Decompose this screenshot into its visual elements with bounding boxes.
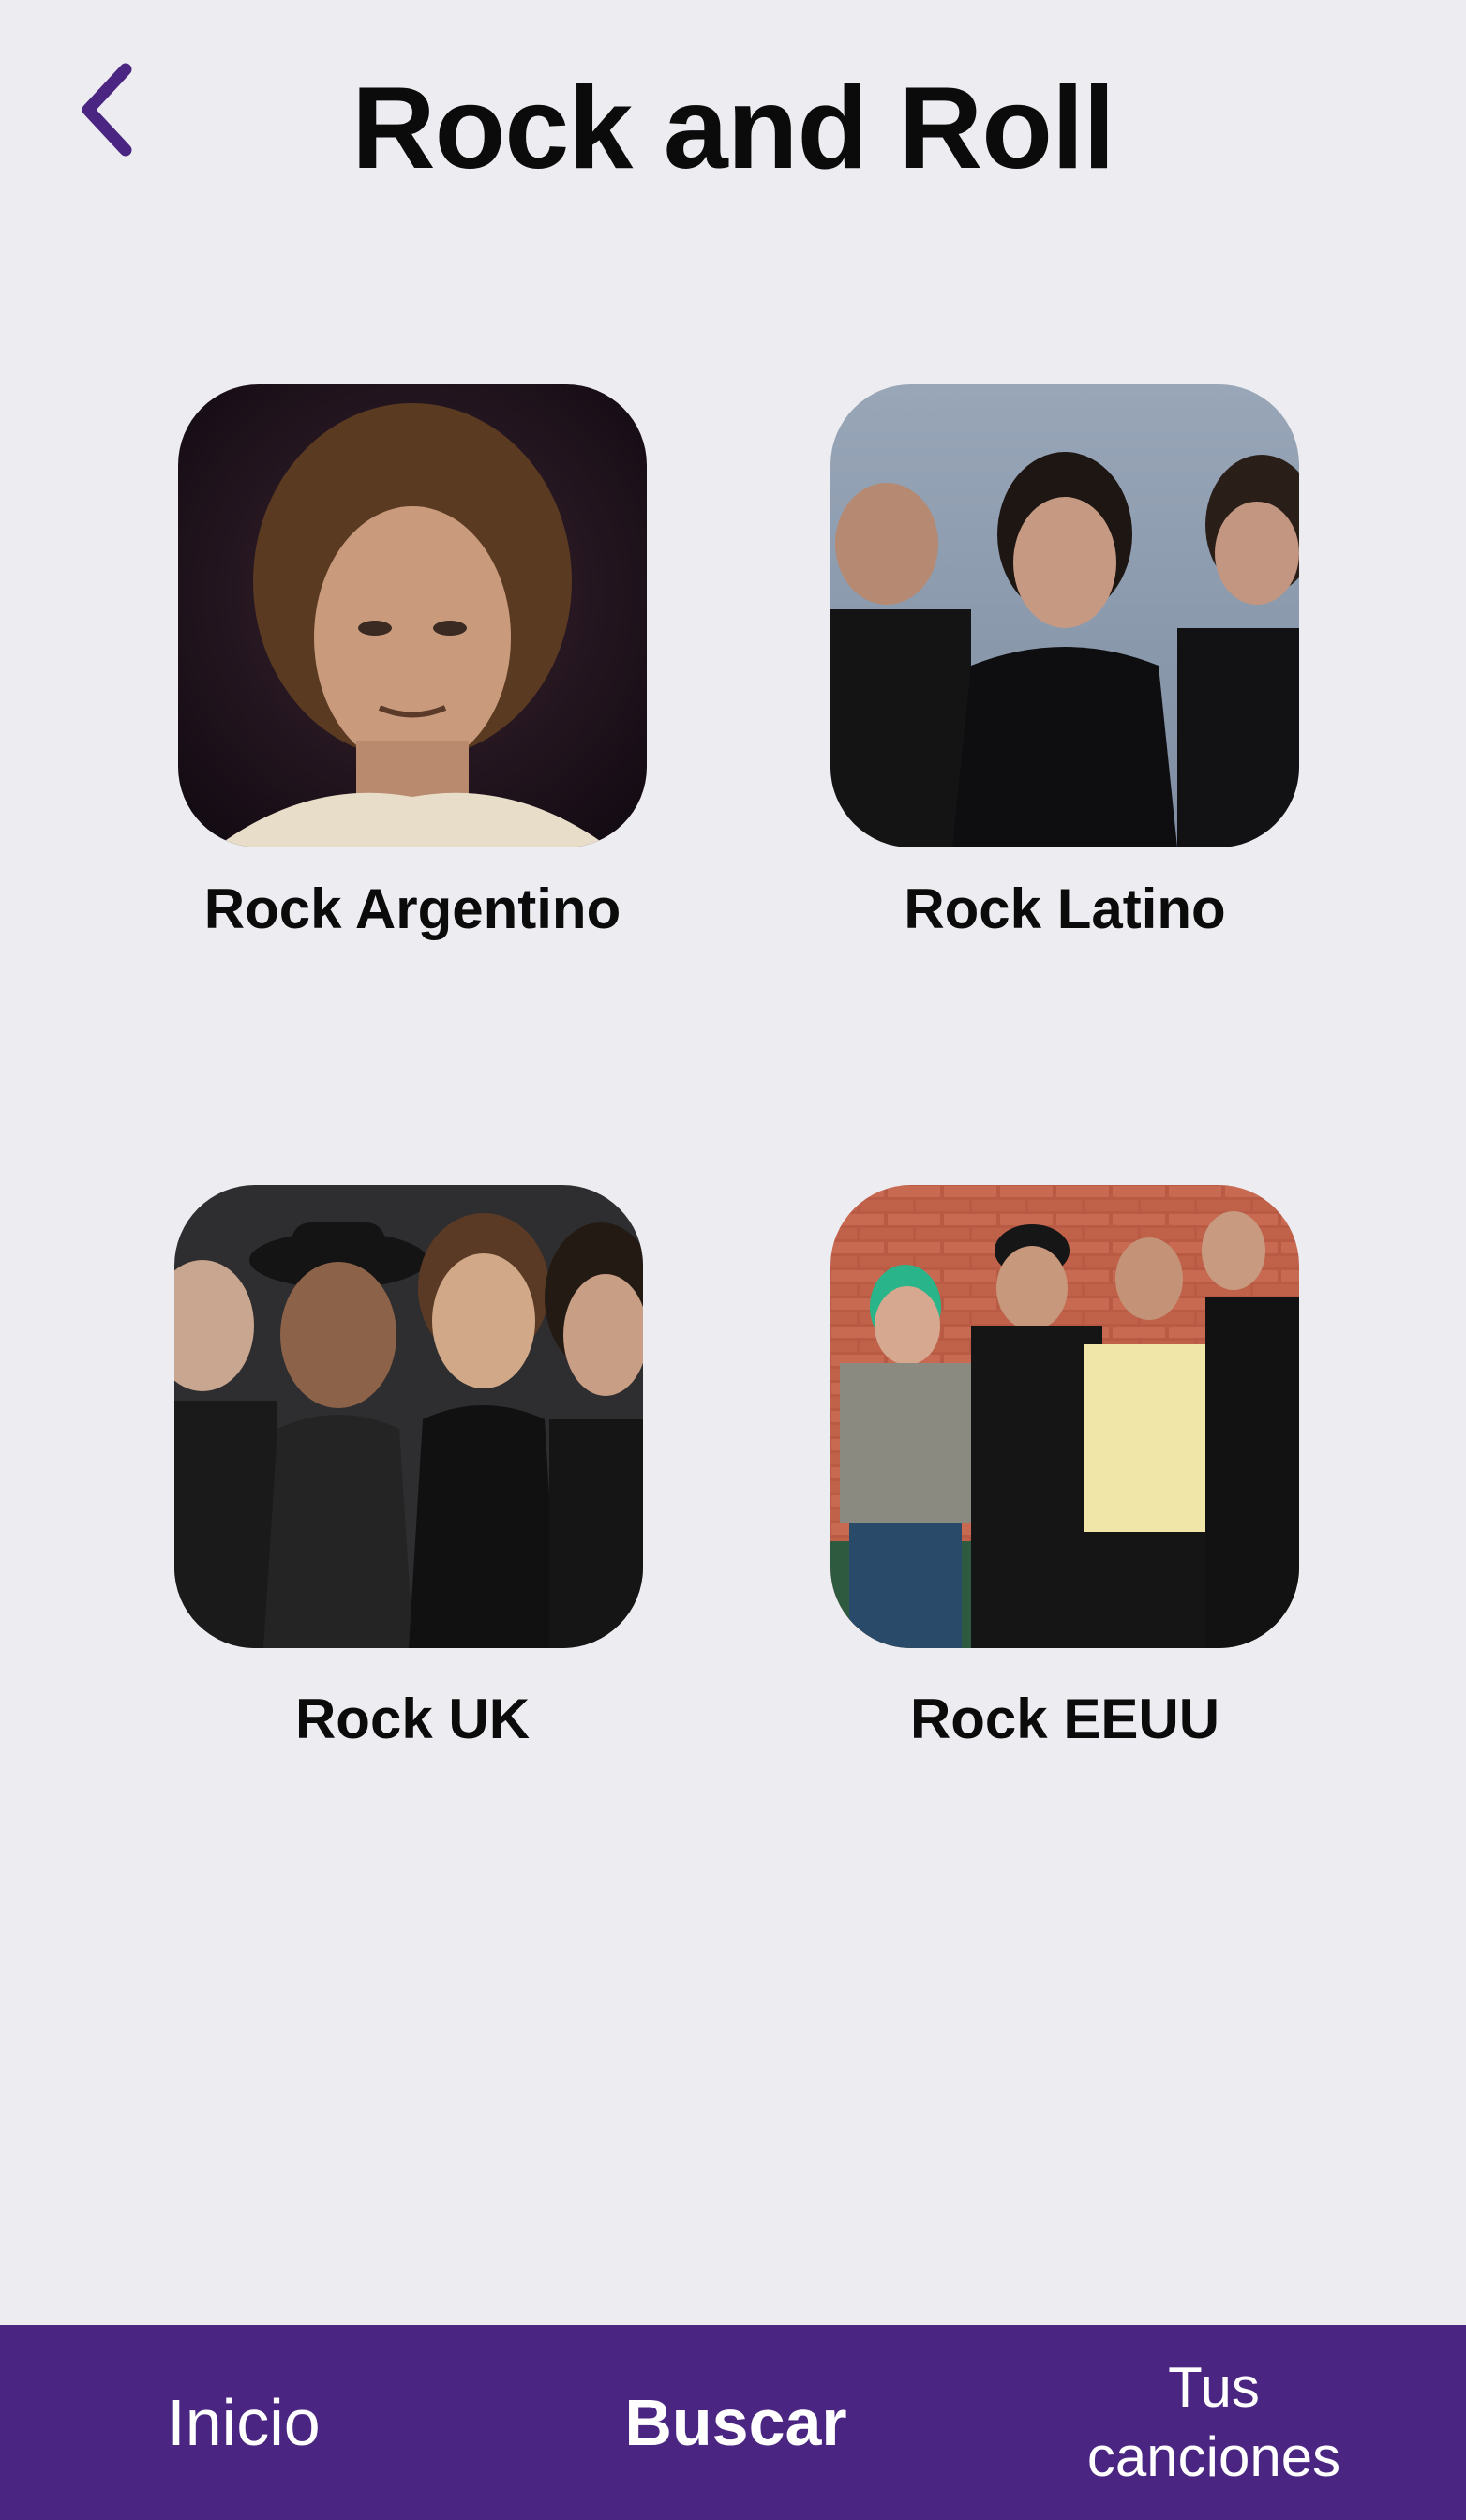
nav-item-tus-canciones[interactable]: Tus canciones xyxy=(1040,2325,1387,2520)
rock-and-roll-screen: Rock and Roll Rock Argentino Rock Latino… xyxy=(0,0,1466,2520)
genre-image-rock-uk xyxy=(174,1185,643,1648)
genre-card-rock-uk[interactable]: Rock UK xyxy=(174,1185,662,1766)
genre-label: Rock Latino xyxy=(904,878,1226,940)
genre-label: Rock Argentino xyxy=(203,878,621,940)
genre-card-rock-argentino[interactable]: Rock Argentino xyxy=(178,384,666,947)
nav-item-buscar[interactable]: Buscar xyxy=(562,2325,909,2520)
genre-label: Rock UK xyxy=(294,1688,531,1750)
genre-card-rock-eeuu[interactable]: Rock EEUU xyxy=(830,1185,1318,1766)
nav-item-inicio[interactable]: Inicio xyxy=(94,2325,394,2520)
genre-image-rock-eeuu xyxy=(830,1185,1299,1648)
genre-image-rock-latino xyxy=(830,384,1299,848)
page-title: Rock and Roll xyxy=(352,64,1115,193)
genre-label: Rock EEUU xyxy=(909,1688,1220,1750)
genre-image-rock-argentino xyxy=(178,384,647,848)
bottom-navigation: Inicio Buscar Tus canciones xyxy=(0,2325,1466,2520)
genre-card-rock-latino[interactable]: Rock Latino xyxy=(830,384,1318,947)
